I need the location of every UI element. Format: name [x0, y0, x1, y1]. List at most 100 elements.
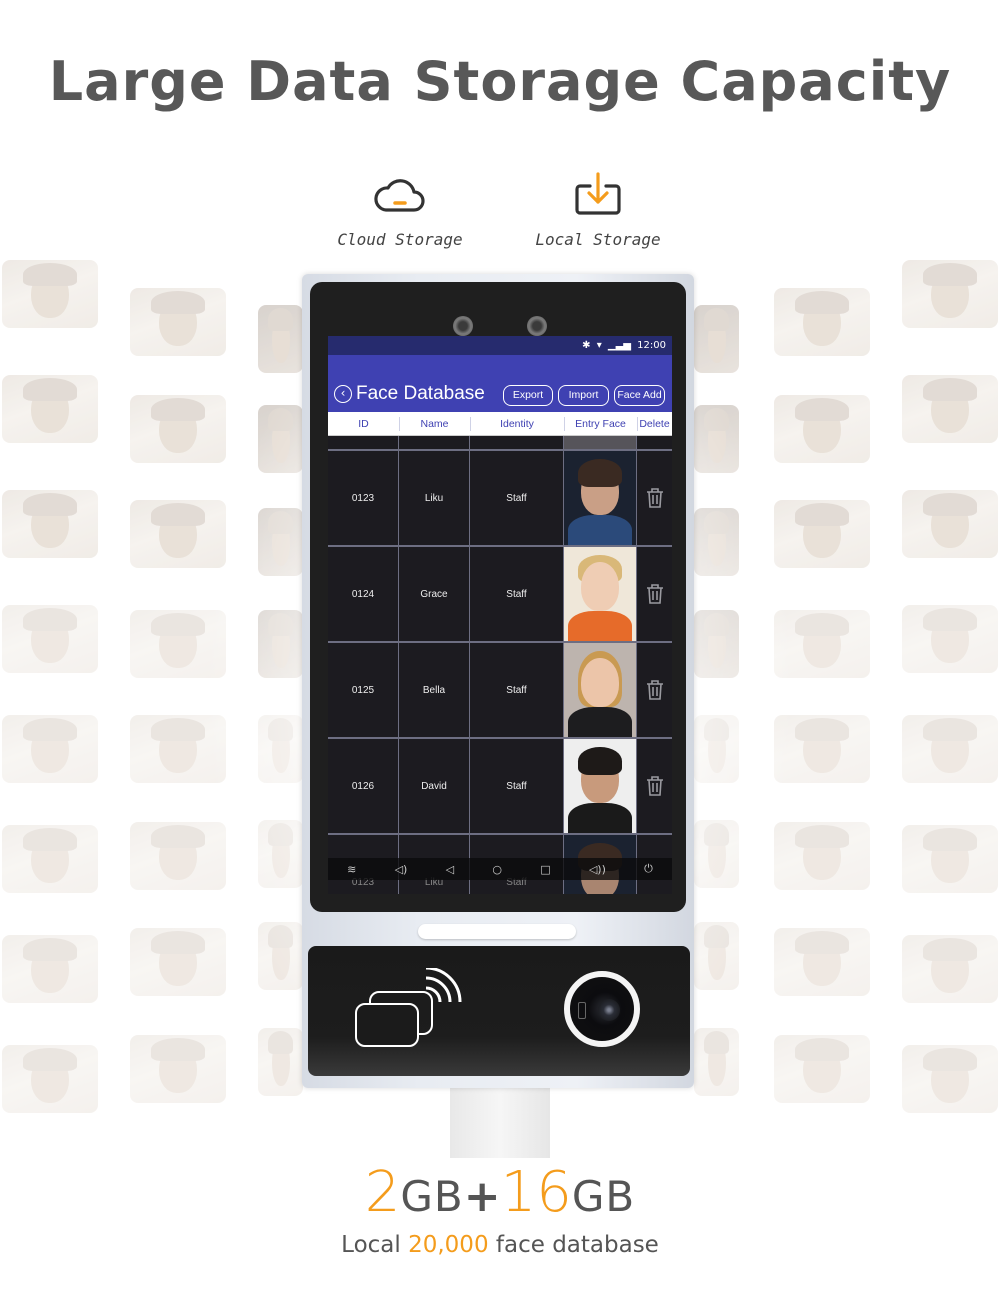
- device-stand: [450, 1088, 550, 1158]
- face-tile: [902, 935, 998, 1003]
- sensor-panel: [308, 946, 690, 1076]
- face-tile: [902, 1045, 998, 1113]
- face-tile: [902, 490, 998, 558]
- page-title: Large Data Storage Capacity: [48, 50, 952, 113]
- front-camera-icon: [453, 316, 473, 336]
- back-icon[interactable]: ◁: [446, 863, 454, 876]
- app-title: Face Database: [356, 383, 485, 404]
- cell-entry-face: [564, 739, 637, 833]
- back-button[interactable]: ‹: [334, 385, 352, 403]
- cell-name: Liku: [399, 451, 470, 545]
- face-tile: [902, 715, 998, 783]
- face-count: 20,000: [408, 1232, 489, 1258]
- collapse-icon[interactable]: ≋: [347, 863, 356, 876]
- face-tile: [2, 605, 98, 673]
- face-photo: [564, 451, 636, 545]
- cell-id: 0126: [328, 739, 399, 833]
- table-row[interactable]: 0123 Liku Staff: [328, 451, 672, 547]
- trash-icon[interactable]: [645, 583, 665, 605]
- cell-delete: [637, 451, 672, 545]
- bluetooth-icon: ✱: [582, 340, 591, 351]
- status-time: 12:00: [637, 340, 666, 351]
- column-header-entry-face: Entry Face: [564, 412, 637, 435]
- status-bar: ✱ ▾ ▁▃▅ 12:00: [328, 336, 672, 355]
- nfc-card-icon: [355, 968, 462, 1047]
- cell-identity: Staff: [470, 547, 564, 641]
- face-photo: [564, 547, 636, 641]
- column-header-delete: Delete: [637, 412, 672, 435]
- storage-option-cloud: Cloud Storage: [320, 172, 480, 249]
- cell-entry-face: [564, 451, 637, 545]
- cloud-icon: [374, 179, 425, 212]
- face-photo: [564, 436, 637, 449]
- download-tray-icon: [575, 172, 621, 215]
- home-icon[interactable]: ○: [492, 863, 502, 876]
- local-storage-label: Local Storage: [535, 230, 661, 249]
- column-header-id: ID: [358, 418, 369, 430]
- ram-unit: GB: [400, 1172, 464, 1221]
- ram-value: 2: [364, 1160, 401, 1225]
- cell-id: 0124: [328, 547, 399, 641]
- camera-lens-icon: [598, 999, 620, 1021]
- import-button[interactable]: Import: [558, 385, 609, 406]
- cell-entry-face: [564, 547, 637, 641]
- screen-bezel: ✱ ▾ ▁▃▅ 12:00 ‹ Face Database Export Imp…: [310, 282, 686, 912]
- face-photo: [564, 739, 636, 833]
- power-icon[interactable]: ⏻: [644, 862, 653, 876]
- cell-delete: [637, 547, 672, 641]
- face-tile: [902, 825, 998, 893]
- storage-option-local: Local Storage: [518, 172, 678, 249]
- plus-sign: +: [463, 1171, 501, 1222]
- table-row[interactable]: 0124 Grace Staff: [328, 547, 672, 643]
- face-tile: [2, 375, 98, 443]
- cell-identity: Staff: [470, 451, 564, 545]
- table-row[interactable]: 0126 David Staff: [328, 739, 672, 835]
- table-row-partial: [328, 436, 672, 451]
- face-tile: [2, 715, 98, 783]
- volume-down-icon[interactable]: ◁): [395, 863, 408, 876]
- face-tile: [2, 935, 98, 1003]
- chevron-left-icon: ‹: [340, 386, 346, 400]
- face-add-button[interactable]: Face Add: [614, 385, 665, 406]
- wifi-icon: ▾: [596, 340, 602, 351]
- column-header-identity: Identity: [470, 412, 564, 435]
- trash-icon[interactable]: [645, 775, 665, 797]
- cell-identity: Staff: [470, 739, 564, 833]
- storage-unit: GB: [571, 1172, 636, 1221]
- front-camera-icon: [527, 316, 547, 336]
- cell-id: 0125: [328, 643, 399, 737]
- cell-entry-face: [564, 643, 637, 737]
- face-recognition-terminal: ✱ ▾ ▁▃▅ 12:00 ‹ Face Database Export Imp…: [302, 274, 694, 1088]
- table-row[interactable]: 0125 Bella Staff: [328, 643, 672, 739]
- face-tile: [902, 605, 998, 673]
- android-nav-bar: ≋ ◁) ◁ ○ □ ◁)) ⏻: [328, 858, 672, 880]
- trash-icon[interactable]: [645, 679, 665, 701]
- recents-icon[interactable]: □: [540, 863, 550, 876]
- device-screen: ✱ ▾ ▁▃▅ 12:00 ‹ Face Database Export Imp…: [328, 336, 672, 894]
- column-header-name: Name: [399, 412, 470, 435]
- cloud-storage-label: Cloud Storage: [337, 230, 463, 249]
- face-table: 0123 Liku Staff 0124 Grace Staff 0125 Be…: [328, 436, 672, 894]
- face-tile: [902, 260, 998, 328]
- face-tile: [2, 260, 98, 328]
- app-bar: ‹ Face Database Export Import Face Add: [328, 355, 672, 412]
- trash-icon[interactable]: [645, 487, 665, 509]
- face-tile: [2, 825, 98, 893]
- face-tile: [2, 1045, 98, 1113]
- table-header: ID Name Identity Entry Face Delete: [328, 412, 672, 436]
- face-tile: [2, 490, 98, 558]
- volume-up-icon[interactable]: ◁)): [589, 863, 606, 876]
- capacity-headline: 2GB+16GB: [0, 1160, 1000, 1225]
- face-camera-icon: [564, 971, 640, 1047]
- cell-name: David: [399, 739, 470, 833]
- cell-name: Bella: [399, 643, 470, 737]
- ir-sensor-icon: [578, 1002, 586, 1019]
- storage-value: 16: [500, 1160, 572, 1225]
- cell-identity: Staff: [470, 643, 564, 737]
- cell-id: 0123: [328, 451, 399, 545]
- signal-icon: ▁▃▅: [607, 340, 631, 351]
- face-database-caption: Local 20,000 face database: [0, 1232, 1000, 1258]
- export-button[interactable]: Export: [503, 385, 553, 406]
- cell-name: Grace: [399, 547, 470, 641]
- indicator-light-bar: [418, 924, 576, 939]
